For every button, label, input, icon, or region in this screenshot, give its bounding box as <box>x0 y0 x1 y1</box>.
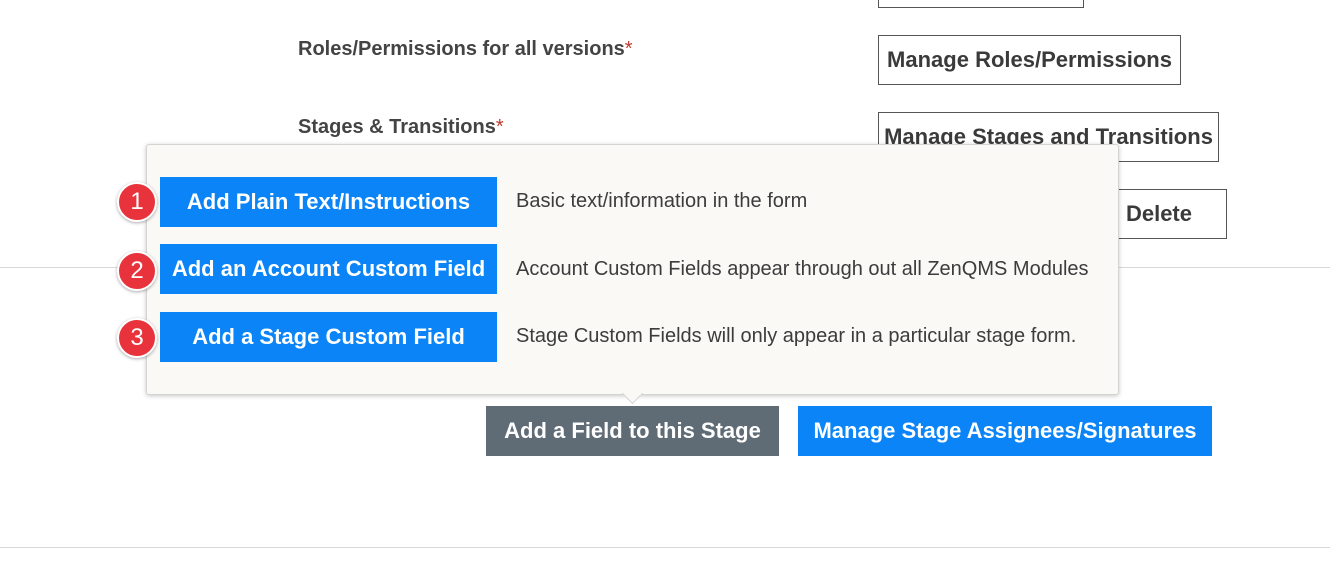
add-stage-custom-field-description: Stage Custom Fields will only appear in … <box>516 325 1077 347</box>
step-badge-1: 1 <box>117 182 157 222</box>
stages-transitions-label: Stages & Transitions* <box>298 116 504 139</box>
manage-stage-assignees-button[interactable]: Manage Stage Assignees/Signatures <box>798 406 1212 456</box>
section-divider <box>0 547 1330 548</box>
manage-roles-permissions-button[interactable]: Manage Roles/Permissions <box>878 35 1181 85</box>
roles-permissions-label: Roles/Permissions for all versions* <box>298 38 633 61</box>
add-field-to-stage-button[interactable]: Add a Field to this Stage <box>486 406 779 456</box>
stages-transitions-label-text: Stages & Transitions <box>298 116 496 138</box>
add-account-custom-field-button[interactable]: Add an Account Custom Field <box>160 244 497 294</box>
required-asterisk: * <box>495 116 504 138</box>
partial-top-button[interactable] <box>878 0 1084 8</box>
add-stage-custom-field-button[interactable]: Add a Stage Custom Field <box>160 312 497 362</box>
add-plain-text-button[interactable]: Add Plain Text/Instructions <box>160 177 497 227</box>
add-plain-text-description: Basic text/information in the form <box>516 190 808 212</box>
delete-button-label: Delete <box>1125 201 1192 226</box>
required-asterisk: * <box>624 38 633 60</box>
step-badge-3: 3 <box>117 318 157 358</box>
add-account-custom-field-description: Account Custom Fields appear through out… <box>516 258 1089 280</box>
step-badge-2: 2 <box>117 251 157 291</box>
roles-permissions-label-text: Roles/Permissions for all versions <box>298 38 625 60</box>
